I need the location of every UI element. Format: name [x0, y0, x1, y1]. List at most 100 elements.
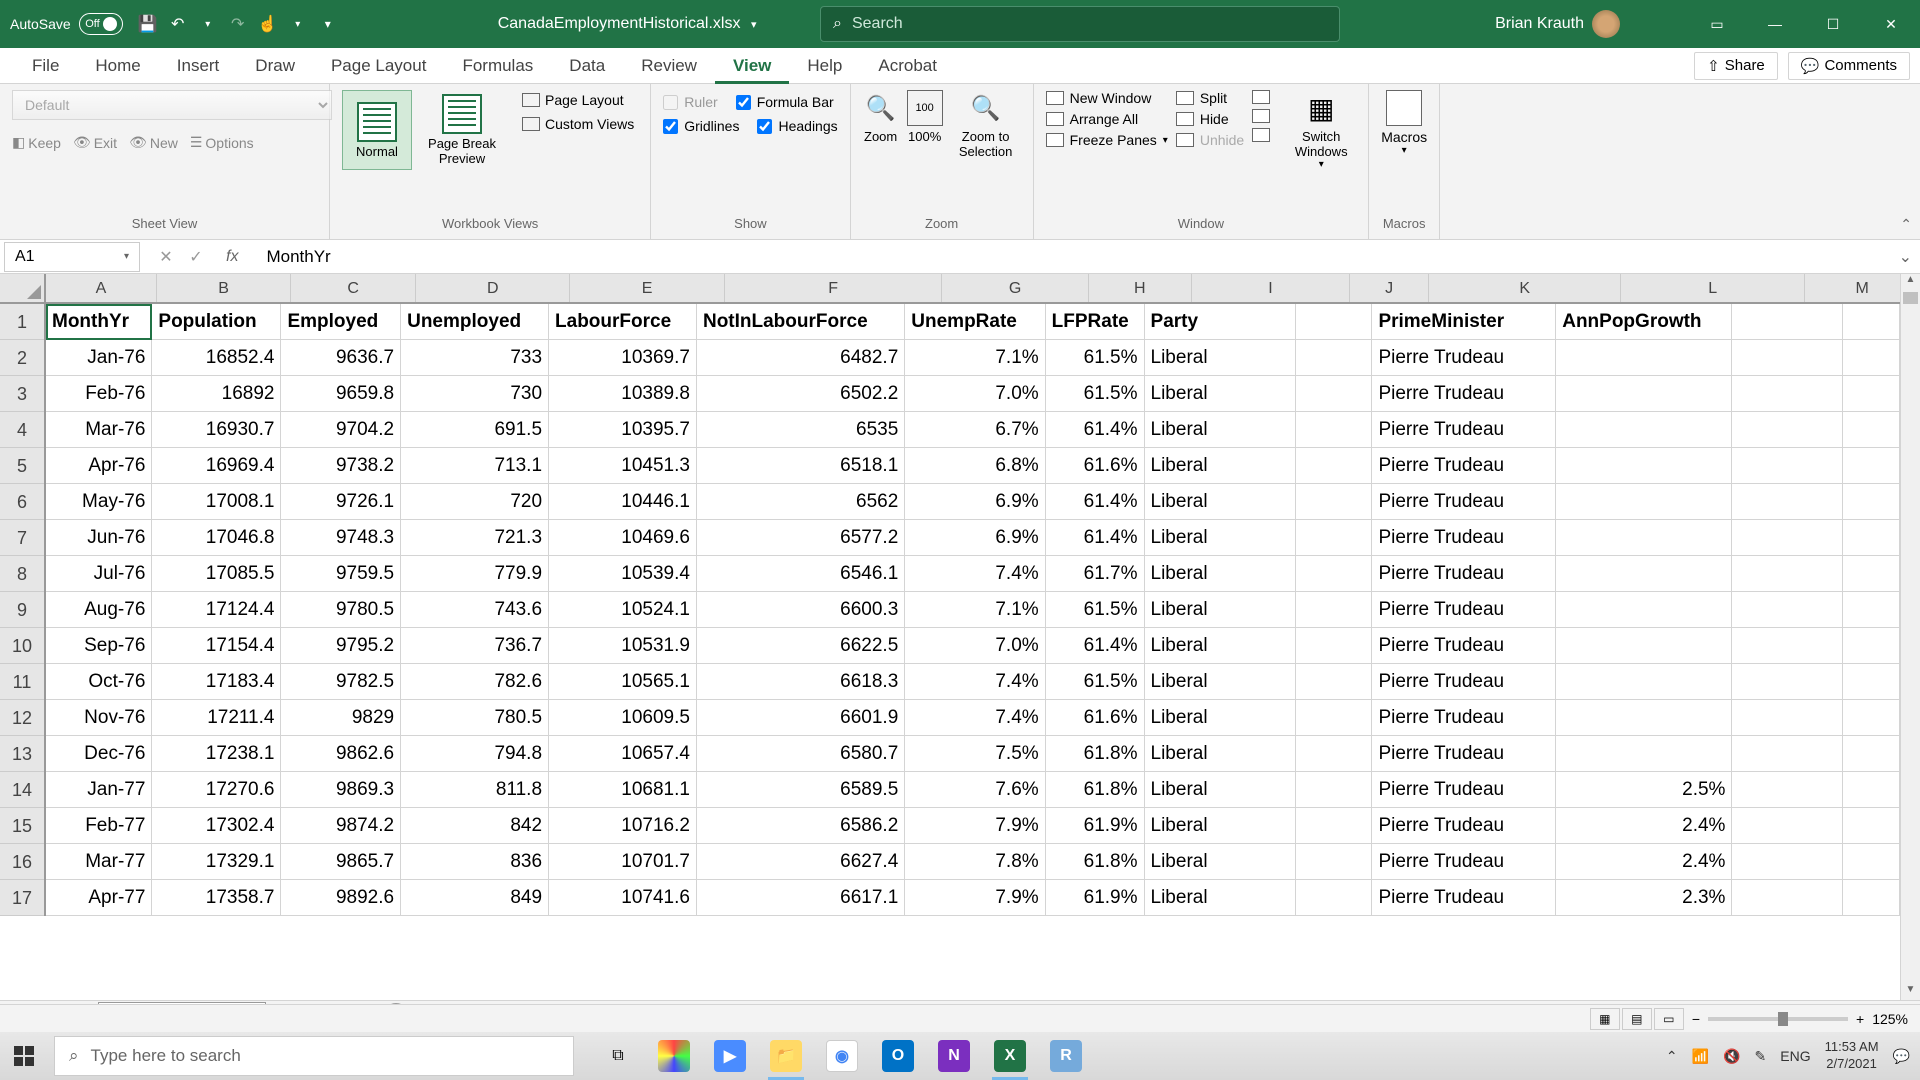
cell[interactable]: 61.8%: [1046, 844, 1145, 880]
new-window-button[interactable]: New Window: [1046, 90, 1168, 106]
cell[interactable]: [1732, 736, 1842, 772]
cell[interactable]: 7.5%: [905, 736, 1045, 772]
cell[interactable]: 7.6%: [905, 772, 1045, 808]
cell[interactable]: 10565.1: [549, 664, 697, 700]
cell[interactable]: 733: [401, 340, 549, 376]
cell[interactable]: Pierre Trudeau: [1372, 772, 1556, 808]
cell[interactable]: 10531.9: [549, 628, 697, 664]
cell[interactable]: [1296, 808, 1372, 844]
cell[interactable]: [1296, 844, 1372, 880]
row-header-9[interactable]: 9: [0, 592, 44, 628]
cell[interactable]: Liberal: [1145, 448, 1297, 484]
scroll-up-icon[interactable]: ▲: [1901, 274, 1920, 292]
new-view-button[interactable]: 👁New: [129, 134, 178, 151]
cell[interactable]: 17358.7: [152, 880, 281, 916]
row-header-12[interactable]: 12: [0, 700, 44, 736]
cell[interactable]: Liberal: [1145, 376, 1297, 412]
cell[interactable]: 17329.1: [152, 844, 281, 880]
cell[interactable]: 9874.2: [281, 808, 401, 844]
cell[interactable]: 2.4%: [1556, 844, 1732, 880]
cell[interactable]: [1556, 664, 1732, 700]
cell[interactable]: [1296, 520, 1372, 556]
cell[interactable]: 61.9%: [1046, 808, 1145, 844]
cell[interactable]: 6.7%: [905, 412, 1045, 448]
search-bar[interactable]: ⌕: [820, 6, 1340, 42]
filename-dropdown-icon[interactable]: ▾: [751, 19, 757, 31]
taskbar-app-1[interactable]: [650, 1032, 698, 1080]
cell[interactable]: 691.5: [401, 412, 549, 448]
row-header-7[interactable]: 7: [0, 520, 44, 556]
cell[interactable]: [1843, 448, 1900, 484]
taskbar-outlook[interactable]: O: [874, 1032, 922, 1080]
sound-icon[interactable]: 🔇: [1723, 1048, 1740, 1065]
cell[interactable]: [1556, 520, 1732, 556]
cell[interactable]: [1732, 628, 1842, 664]
normal-view-status-icon[interactable]: ▦: [1590, 1008, 1620, 1030]
cell[interactable]: 9738.2: [281, 448, 401, 484]
row-header-3[interactable]: 3: [0, 376, 44, 412]
select-all-corner[interactable]: [0, 274, 46, 304]
name-box-dropdown-icon[interactable]: ▾: [124, 251, 129, 262]
cell[interactable]: Aug-76: [46, 592, 152, 628]
row-header-8[interactable]: 8: [0, 556, 44, 592]
cell[interactable]: 10681.1: [549, 772, 697, 808]
cell[interactable]: [1732, 412, 1842, 448]
cell[interactable]: Liberal: [1145, 484, 1297, 520]
cell[interactable]: Liberal: [1145, 412, 1297, 448]
cell[interactable]: [1843, 304, 1900, 340]
cell[interactable]: 17270.6: [152, 772, 281, 808]
cell[interactable]: 730: [401, 376, 549, 412]
cell[interactable]: 6546.1: [697, 556, 905, 592]
pen-icon[interactable]: ✎: [1755, 1048, 1767, 1065]
cell[interactable]: 61.8%: [1046, 772, 1145, 808]
cell[interactable]: [1732, 592, 1842, 628]
cell[interactable]: 6586.2: [697, 808, 905, 844]
cell[interactable]: Liberal: [1145, 772, 1297, 808]
cell[interactable]: Oct-76: [46, 664, 152, 700]
cell[interactable]: 61.4%: [1046, 484, 1145, 520]
cell[interactable]: 9704.2: [281, 412, 401, 448]
tab-draw[interactable]: Draw: [237, 48, 313, 84]
freeze-panes-button[interactable]: Freeze Panes ▾: [1046, 132, 1168, 148]
cell[interactable]: 9726.1: [281, 484, 401, 520]
row-header-2[interactable]: 2: [0, 340, 44, 376]
col-header-B[interactable]: B: [157, 274, 292, 302]
cell[interactable]: [1556, 448, 1732, 484]
cell[interactable]: 779.9: [401, 556, 549, 592]
cancel-formula-icon[interactable]: ✕: [154, 247, 178, 267]
zoom-selection-button[interactable]: 🔍Zoom to Selection: [951, 90, 1021, 159]
cell[interactable]: 9782.5: [281, 664, 401, 700]
row-header-4[interactable]: 4: [0, 412, 44, 448]
cell[interactable]: 10524.1: [549, 592, 697, 628]
cell[interactable]: [1732, 700, 1842, 736]
cell[interactable]: 61.6%: [1046, 448, 1145, 484]
cell[interactable]: [1732, 484, 1842, 520]
cell[interactable]: [1732, 664, 1842, 700]
cell[interactable]: Liberal: [1145, 340, 1297, 376]
tab-formulas[interactable]: Formulas: [444, 48, 551, 84]
row-header-16[interactable]: 16: [0, 844, 44, 880]
cell[interactable]: 2.5%: [1556, 772, 1732, 808]
fx-icon[interactable]: fx: [218, 248, 246, 266]
cell[interactable]: 9862.6: [281, 736, 401, 772]
cell[interactable]: 6502.2: [697, 376, 905, 412]
cell[interactable]: Pierre Trudeau: [1372, 664, 1556, 700]
cell[interactable]: [1296, 700, 1372, 736]
cell[interactable]: Liberal: [1145, 628, 1297, 664]
cell[interactable]: 7.1%: [905, 340, 1045, 376]
col-header-C[interactable]: C: [291, 274, 416, 302]
cell[interactable]: 6482.7: [697, 340, 905, 376]
cell[interactable]: Pierre Trudeau: [1372, 412, 1556, 448]
vscroll-thumb[interactable]: [1903, 292, 1918, 304]
cell[interactable]: Pierre Trudeau: [1372, 700, 1556, 736]
cell[interactable]: [1556, 412, 1732, 448]
page-layout-status-icon[interactable]: ▤: [1622, 1008, 1652, 1030]
cell[interactable]: Employed: [281, 304, 401, 340]
cell[interactable]: Nov-76: [46, 700, 152, 736]
cell[interactable]: 6535: [697, 412, 905, 448]
cell[interactable]: [1732, 448, 1842, 484]
cell[interactable]: [1296, 880, 1372, 916]
cell[interactable]: Liberal: [1145, 736, 1297, 772]
tray-overflow-icon[interactable]: ⌃: [1666, 1048, 1678, 1065]
cell[interactable]: 2.4%: [1556, 808, 1732, 844]
